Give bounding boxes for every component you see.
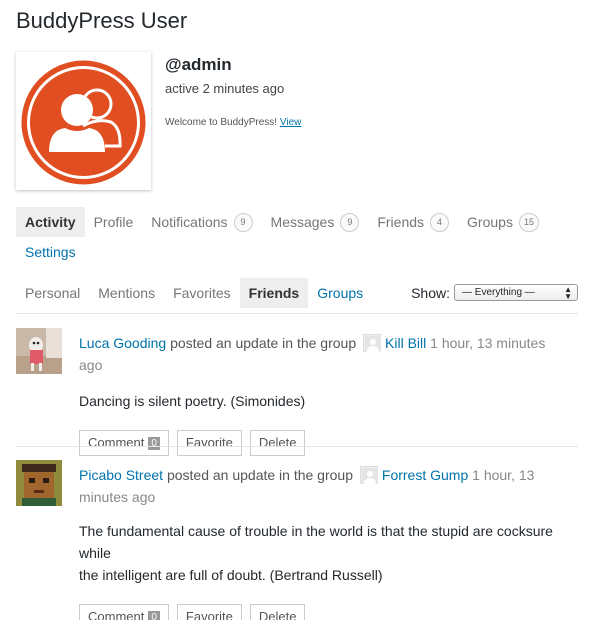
comment-button[interactable]: Comment 0: [79, 430, 169, 456]
latest-update-text: Welcome to BuddyPress!: [165, 117, 278, 128]
activity-user-link[interactable]: Picabo Street: [79, 467, 163, 483]
last-active-text: active 2 minutes ago: [165, 81, 285, 96]
tab-notifications[interactable]: Notifications 9: [142, 207, 261, 237]
comment-button-label: Comment: [88, 435, 145, 450]
activity-action-text: posted an update in the group: [170, 335, 357, 351]
activity-content: Dancing is silent poetry. (Simonides): [79, 393, 306, 409]
activity-user-link[interactable]: Luca Gooding: [79, 335, 166, 351]
comment-button[interactable]: Comment 0: [79, 604, 169, 620]
delete-button[interactable]: Delete: [249, 430, 306, 456]
latest-update: Welcome to BuddyPress! View: [165, 117, 301, 128]
user-avatar[interactable]: [16, 328, 62, 374]
avatar-dog-photo: [16, 328, 62, 374]
comment-count: 0: [148, 611, 160, 620]
activity-sub-nav: Personal Mentions Favorites Friends Grou…: [16, 278, 578, 314]
tab-settings[interactable]: Settings: [25, 244, 76, 260]
filter-selected-value: — Everything —: [462, 287, 535, 298]
tab-profile[interactable]: Profile: [85, 207, 143, 237]
user-group-icon: [21, 60, 146, 185]
delete-button[interactable]: Delete: [249, 604, 306, 620]
default-avatar-icon: [361, 468, 378, 484]
profile-avatar[interactable]: [16, 52, 151, 190]
filter-label: Show:: [411, 284, 450, 301]
avatar-pixel-face: [16, 460, 62, 506]
activity-meta-buttons: Comment 0 Favorite Delete: [79, 430, 569, 456]
activity-header: Luca Gooding posted an update in the gro…: [79, 332, 569, 376]
subtab-groups[interactable]: Groups: [308, 278, 372, 308]
latest-update-view-link[interactable]: View: [280, 117, 302, 128]
activity-divider: [16, 446, 578, 447]
groups-count-badge: 15: [518, 212, 539, 232]
group-avatar[interactable]: [359, 466, 378, 484]
subtab-favorites[interactable]: Favorites: [164, 278, 240, 308]
profile-username: @admin: [165, 55, 232, 74]
tab-profile-label: Profile: [93, 214, 134, 230]
activity-header: Picabo Street posted an update in the gr…: [79, 464, 569, 508]
tab-activity[interactable]: Activity: [16, 207, 85, 237]
group-avatar[interactable]: [363, 334, 382, 352]
comment-count: 0: [148, 437, 160, 450]
page-title: BuddyPress User: [16, 8, 188, 33]
activity-action-text: posted an update in the group: [166, 467, 353, 483]
tab-friends-label: Friends: [377, 214, 425, 230]
activity-filter-select[interactable]: — Everything — ▲ ▼: [454, 284, 578, 301]
default-avatar-icon: [365, 336, 382, 352]
activity-body: Luca Gooding posted an update in the gro…: [79, 328, 569, 456]
select-arrows-icon: ▲ ▼: [564, 285, 572, 301]
tab-activity-label: Activity: [25, 214, 76, 230]
tab-messages-label: Messages: [270, 214, 335, 230]
favorite-button[interactable]: Favorite: [176, 604, 242, 620]
activity-filter: Show: — Everything — ▲ ▼: [411, 284, 578, 301]
tab-friends[interactable]: Friends 4: [368, 207, 458, 237]
activity-content: The fundamental cause of trouble in the …: [79, 520, 569, 586]
tab-notifications-label: Notifications: [151, 214, 228, 230]
comment-button-label: Comment: [88, 609, 145, 620]
tab-groups[interactable]: Groups 15: [458, 207, 548, 237]
activity-content-line: the intelligent are full of doubt. (Bert…: [79, 567, 383, 583]
activity-meta-buttons: Comment 0 Favorite Delete: [79, 604, 569, 620]
activity-group-link[interactable]: Forrest Gump: [382, 467, 468, 483]
primary-nav: Activity Profile Notifications 9 Messages…: [16, 207, 576, 260]
subtab-personal[interactable]: Personal: [16, 278, 89, 308]
favorite-button[interactable]: Favorite: [176, 430, 242, 456]
messages-count-badge: 9: [340, 212, 360, 232]
user-avatar[interactable]: [16, 460, 62, 506]
activity-group-link[interactable]: Kill Bill: [385, 335, 426, 351]
activity-timestamp-part2: ago: [131, 489, 156, 505]
subtab-mentions[interactable]: Mentions: [89, 278, 164, 308]
tab-groups-label: Groups: [467, 214, 513, 230]
friends-count-badge: 4: [430, 212, 450, 232]
tab-messages[interactable]: Messages 9: [262, 207, 369, 237]
activity-body: Picabo Street posted an update in the gr…: [79, 460, 569, 620]
subtab-friends[interactable]: Friends: [239, 278, 309, 308]
notifications-count-badge: 9: [233, 212, 253, 232]
activity-content-line: The fundamental cause of trouble in the …: [79, 523, 553, 561]
